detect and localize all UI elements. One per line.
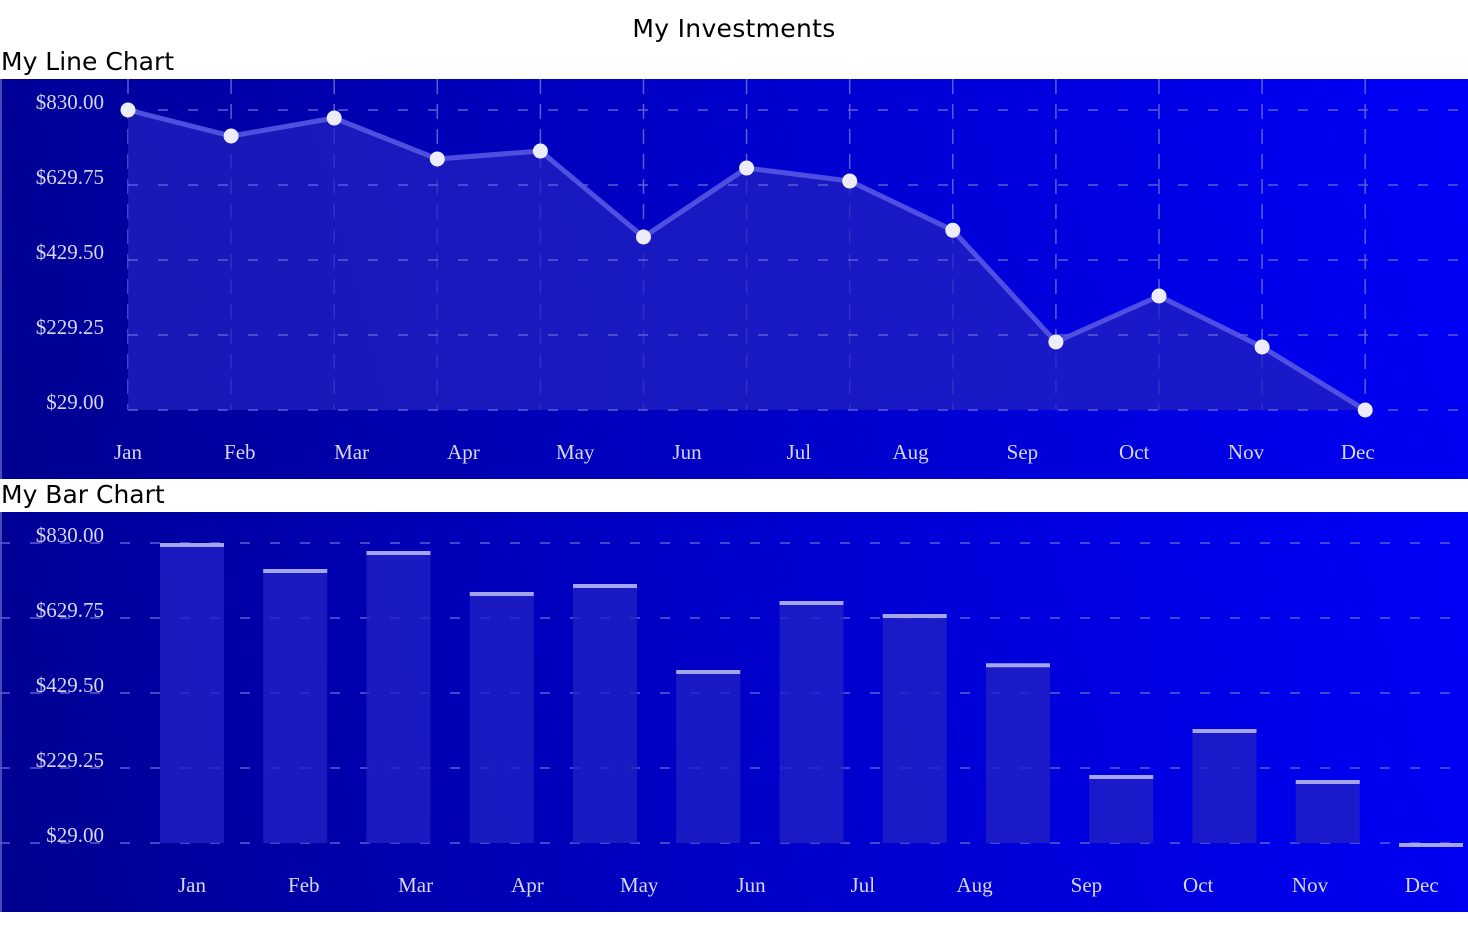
x-tick-label: Jul bbox=[851, 873, 876, 897]
bar-cap bbox=[160, 543, 224, 547]
y-tick-label: $229.25 bbox=[36, 748, 104, 772]
data-point bbox=[326, 110, 342, 126]
bar-cap bbox=[1089, 774, 1154, 779]
y-tick-label: $29.00 bbox=[46, 390, 104, 414]
bar bbox=[366, 551, 431, 843]
data-point bbox=[1357, 402, 1373, 418]
x-tick-label: Feb bbox=[288, 873, 320, 897]
data-point bbox=[120, 102, 136, 118]
x-tick-label: Jan bbox=[114, 440, 142, 464]
bar bbox=[676, 670, 741, 843]
x-tick-label: Nov bbox=[1228, 440, 1265, 464]
x-tick-label: Nov bbox=[1292, 873, 1329, 897]
x-tick-label: Mar bbox=[398, 873, 433, 897]
bar-cap bbox=[986, 663, 1050, 668]
bar bbox=[779, 601, 844, 843]
line-chart: $29.00 $229.25 $429.50 $629.75 $830.00 Jan Feb… bbox=[36, 79, 1468, 464]
bar-cap bbox=[1295, 780, 1360, 785]
data-point bbox=[842, 173, 858, 189]
x-tick-label: Mar bbox=[334, 440, 369, 464]
bar-cap bbox=[1399, 843, 1463, 847]
data-point bbox=[1151, 288, 1167, 304]
x-tick-label: Sep bbox=[1007, 440, 1039, 464]
bar bbox=[882, 614, 947, 843]
x-tick-label: Sep bbox=[1071, 873, 1103, 897]
bar-cap bbox=[573, 584, 637, 589]
bar bbox=[1192, 728, 1257, 843]
bar bbox=[1089, 774, 1154, 843]
x-tick-label: Jun bbox=[736, 873, 766, 897]
bar-cap bbox=[676, 670, 741, 675]
x-tick-label: Jul bbox=[787, 440, 812, 464]
x-tick-label: Jun bbox=[672, 440, 702, 464]
bar-cap bbox=[1192, 728, 1257, 733]
line-chart-title: My Line Chart bbox=[1, 47, 175, 76]
y-tick-label: $229.25 bbox=[36, 315, 104, 339]
x-tick-label: Apr bbox=[447, 440, 480, 464]
data-point bbox=[945, 222, 961, 238]
bar bbox=[160, 543, 224, 843]
line-chart-panel: $29.00 $229.25 $429.50 $629.75 $830.00 Jan Feb… bbox=[0, 79, 1468, 479]
y-tick-label: $629.75 bbox=[36, 598, 104, 622]
x-tick-label: May bbox=[556, 440, 595, 464]
bar-cap bbox=[263, 568, 328, 573]
bar bbox=[573, 584, 637, 843]
data-point bbox=[532, 143, 548, 159]
bar-cap bbox=[469, 591, 534, 596]
bar-chart-title: My Bar Chart bbox=[1, 480, 165, 509]
bar bbox=[263, 568, 328, 843]
page-title: My Investments bbox=[632, 14, 836, 43]
bar-cap bbox=[366, 551, 431, 556]
x-tick-label: Aug bbox=[957, 873, 994, 897]
bar bbox=[469, 591, 534, 843]
x-tick-label: Feb bbox=[224, 440, 256, 464]
y-tick-label: $629.75 bbox=[36, 165, 104, 189]
bar bbox=[986, 663, 1050, 843]
bar-chart: $29.00 $229.25 $429.50 $629.75 $830.00 Jan Feb… bbox=[0, 523, 1468, 897]
y-tick-label: $429.50 bbox=[36, 673, 104, 697]
data-point bbox=[636, 229, 651, 245]
y-tick-label: $429.50 bbox=[36, 240, 104, 264]
x-tick-label: Aug bbox=[893, 440, 930, 464]
x-tick-label: May bbox=[620, 873, 659, 897]
x-tick-label: Oct bbox=[1119, 440, 1149, 464]
data-point bbox=[1048, 334, 1064, 350]
bar bbox=[1295, 780, 1360, 843]
y-tick-label: $830.00 bbox=[36, 523, 104, 547]
x-tick-label: Apr bbox=[511, 873, 544, 897]
bar-cap bbox=[882, 614, 947, 619]
bar-chart-panel: $29.00 $229.25 $429.50 $629.75 $830.00 Jan Feb… bbox=[0, 512, 1468, 912]
y-tick-label: $29.00 bbox=[46, 823, 104, 847]
x-tick-label: Jan bbox=[178, 873, 206, 897]
data-point bbox=[429, 151, 445, 167]
data-point bbox=[739, 160, 755, 176]
x-tick-label: Dec bbox=[1341, 440, 1375, 464]
data-point bbox=[1254, 339, 1270, 355]
x-tick-label: Oct bbox=[1183, 873, 1213, 897]
data-point bbox=[223, 128, 239, 144]
x-tick-label: Dec bbox=[1405, 873, 1439, 897]
bar-cap bbox=[779, 601, 844, 606]
y-tick-label: $830.00 bbox=[36, 90, 104, 114]
